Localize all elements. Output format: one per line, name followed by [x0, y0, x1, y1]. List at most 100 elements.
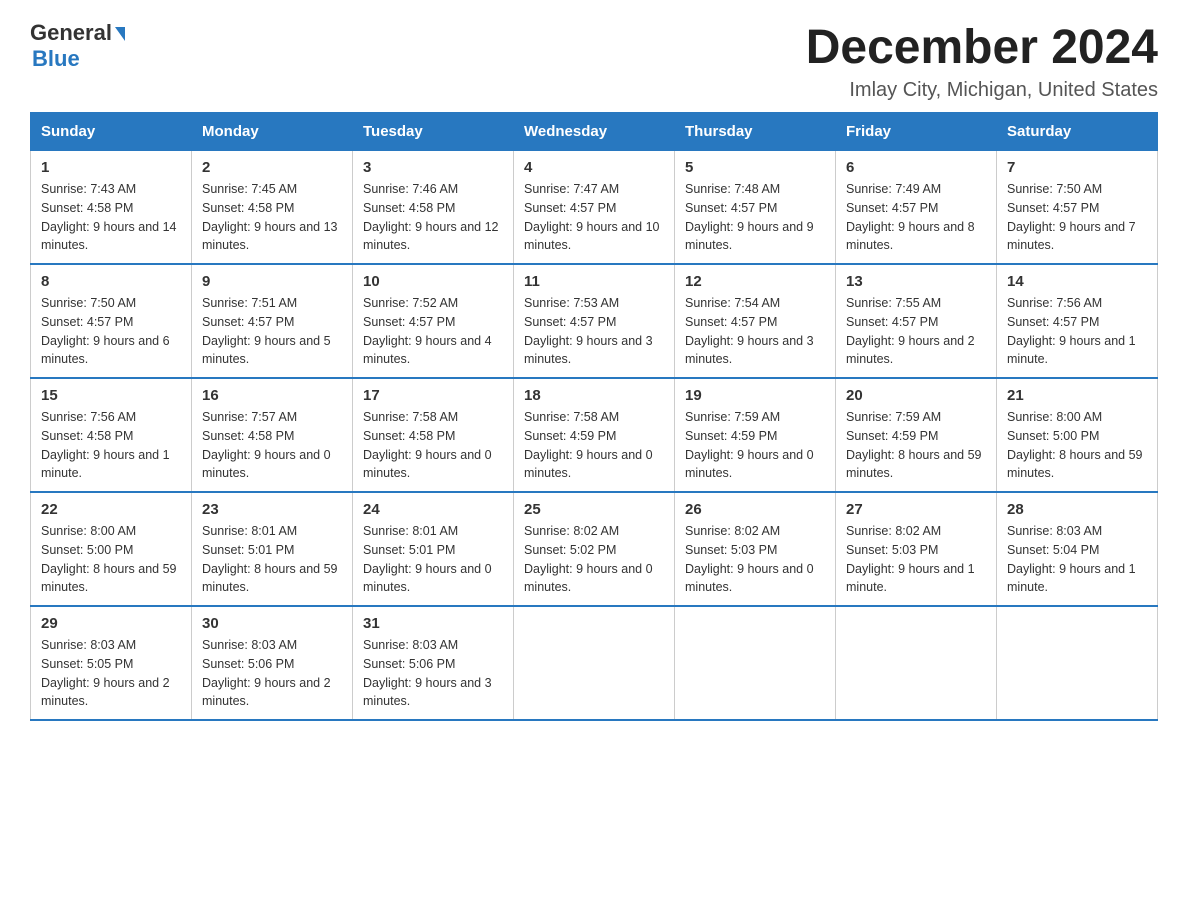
calendar-day-24: 24 Sunrise: 8:01 AMSunset: 5:01 PMDayligh…: [353, 492, 514, 606]
day-number: 9: [202, 273, 342, 290]
calendar-table: SundayMondayTuesdayWednesdayThursdayFrid…: [30, 112, 1158, 721]
empty-cell: [514, 606, 675, 720]
day-info: Sunrise: 7:48 AMSunset: 4:57 PMDaylight:…: [685, 180, 825, 255]
calendar-day-19: 19Sunrise: 7:59 AMSunset: 4:59 PMDayligh…: [675, 378, 836, 492]
empty-cell: [836, 606, 997, 720]
day-info: Sunrise: 7:56 AMSunset: 4:57 PMDaylight:…: [1007, 294, 1147, 369]
calendar-day-29: 29 Sunrise: 8:03 AMSunset: 5:05 PMDayligh…: [31, 606, 192, 720]
day-info: Sunrise: 7:50 AMSunset: 4:57 PMDaylight:…: [1007, 180, 1147, 255]
day-info: Sunrise: 7:58 AMSunset: 4:58 PMDaylight:…: [363, 408, 503, 483]
day-info: Sunrise: 7:47 AMSunset: 4:57 PMDaylight:…: [524, 180, 664, 255]
day-number: 31: [363, 615, 503, 632]
day-number: 18: [524, 387, 664, 404]
day-info: Sunrise: 8:01 AMSunset: 5:01 PMDaylight:…: [202, 522, 342, 597]
calendar-day-2: 2 Sunrise: 7:45 AMSunset: 4:58 PMDaylight…: [192, 151, 353, 265]
calendar-day-15: 15 Sunrise: 7:56 AMSunset: 4:58 PMDayligh…: [31, 378, 192, 492]
day-number: 17: [363, 387, 503, 404]
col-header-monday: Monday: [192, 113, 353, 151]
day-number: 20: [846, 387, 986, 404]
day-info: Sunrise: 7:52 AMSunset: 4:57 PMDaylight:…: [363, 294, 503, 369]
calendar-day-17: 17 Sunrise: 7:58 AMSunset: 4:58 PMDayligh…: [353, 378, 514, 492]
day-info: Sunrise: 7:59 AMSunset: 4:59 PMDaylight:…: [846, 408, 986, 483]
col-header-tuesday: Tuesday: [353, 113, 514, 151]
logo: General Blue: [30, 20, 125, 72]
day-info: Sunrise: 8:03 AMSunset: 5:05 PMDaylight:…: [41, 636, 181, 711]
day-info: Sunrise: 8:03 AMSunset: 5:06 PMDaylight:…: [202, 636, 342, 711]
calendar-day-13: 13 Sunrise: 7:55 AMSunset: 4:57 PMDayligh…: [836, 264, 997, 378]
title-block: December 2024 Imlay City, Michigan, Unit…: [806, 20, 1158, 102]
calendar-day-8: 8 Sunrise: 7:50 AMSunset: 4:57 PMDaylight…: [31, 264, 192, 378]
day-number: 24: [363, 501, 503, 518]
day-number: 6: [846, 159, 986, 176]
calendar-day-20: 20 Sunrise: 7:59 AMSunset: 4:59 PMDayligh…: [836, 378, 997, 492]
day-info: Sunrise: 8:02 AMSunset: 5:02 PMDaylight:…: [524, 522, 664, 597]
day-number: 13: [846, 273, 986, 290]
day-info: Sunrise: 7:57 AMSunset: 4:58 PMDaylight:…: [202, 408, 342, 483]
calendar-day-22: 22 Sunrise: 8:00 AMSunset: 5:00 PMDayligh…: [31, 492, 192, 606]
day-number: 28: [1007, 501, 1147, 518]
day-info: Sunrise: 8:02 AMSunset: 5:03 PMDaylight:…: [846, 522, 986, 597]
day-info: Sunrise: 7:54 AMSunset: 4:57 PMDaylight:…: [685, 294, 825, 369]
day-info: Sunrise: 7:53 AMSunset: 4:57 PMDaylight:…: [524, 294, 664, 369]
calendar-day-5: 5 Sunrise: 7:48 AMSunset: 4:57 PMDaylight…: [675, 151, 836, 265]
calendar-day-30: 30Sunrise: 8:03 AMSunset: 5:06 PMDayligh…: [192, 606, 353, 720]
day-info: Sunrise: 8:00 AMSunset: 5:00 PMDaylight:…: [41, 522, 181, 597]
calendar-subtitle: Imlay City, Michigan, United States: [806, 79, 1158, 102]
calendar-day-9: 9Sunrise: 7:51 AMSunset: 4:57 PMDaylight…: [192, 264, 353, 378]
calendar-day-16: 16 Sunrise: 7:57 AMSunset: 4:58 PMDayligh…: [192, 378, 353, 492]
day-info: Sunrise: 7:45 AMSunset: 4:58 PMDaylight:…: [202, 180, 342, 255]
day-info: Sunrise: 8:02 AMSunset: 5:03 PMDaylight:…: [685, 522, 825, 597]
day-number: 21: [1007, 387, 1147, 404]
calendar-week-4: 22 Sunrise: 8:00 AMSunset: 5:00 PMDayligh…: [31, 492, 1158, 606]
col-header-friday: Friday: [836, 113, 997, 151]
day-number: 15: [41, 387, 181, 404]
empty-cell: [675, 606, 836, 720]
col-header-wednesday: Wednesday: [514, 113, 675, 151]
day-info: Sunrise: 8:03 AMSunset: 5:06 PMDaylight:…: [363, 636, 503, 711]
calendar-week-2: 8 Sunrise: 7:50 AMSunset: 4:57 PMDaylight…: [31, 264, 1158, 378]
day-info: Sunrise: 7:56 AMSunset: 4:58 PMDaylight:…: [41, 408, 181, 483]
day-number: 4: [524, 159, 664, 176]
calendar-day-26: 26 Sunrise: 8:02 AMSunset: 5:03 PMDayligh…: [675, 492, 836, 606]
calendar-day-31: 31 Sunrise: 8:03 AMSunset: 5:06 PMDayligh…: [353, 606, 514, 720]
calendar-week-3: 15 Sunrise: 7:56 AMSunset: 4:58 PMDayligh…: [31, 378, 1158, 492]
day-number: 14: [1007, 273, 1147, 290]
logo-blue-text: Blue: [32, 46, 80, 71]
day-number: 10: [363, 273, 503, 290]
calendar-day-3: 3Sunrise: 7:46 AMSunset: 4:58 PMDaylight…: [353, 151, 514, 265]
calendar-day-23: 23 Sunrise: 8:01 AMSunset: 5:01 PMDayligh…: [192, 492, 353, 606]
day-number: 1: [41, 159, 181, 176]
day-number: 2: [202, 159, 342, 176]
calendar-day-10: 10 Sunrise: 7:52 AMSunset: 4:57 PMDayligh…: [353, 264, 514, 378]
day-number: 23: [202, 501, 342, 518]
day-info: Sunrise: 8:00 AMSunset: 5:00 PMDaylight:…: [1007, 408, 1147, 483]
calendar-week-5: 29 Sunrise: 8:03 AMSunset: 5:05 PMDayligh…: [31, 606, 1158, 720]
day-number: 7: [1007, 159, 1147, 176]
day-info: Sunrise: 7:50 AMSunset: 4:57 PMDaylight:…: [41, 294, 181, 369]
logo-triangle-icon: [115, 27, 125, 41]
day-number: 3: [363, 159, 503, 176]
day-info: Sunrise: 8:03 AMSunset: 5:04 PMDaylight:…: [1007, 522, 1147, 597]
day-number: 11: [524, 273, 664, 290]
day-info: Sunrise: 7:58 AMSunset: 4:59 PMDaylight:…: [524, 408, 664, 483]
calendar-day-4: 4 Sunrise: 7:47 AMSunset: 4:57 PMDaylight…: [514, 151, 675, 265]
day-number: 5: [685, 159, 825, 176]
day-number: 19: [685, 387, 825, 404]
day-number: 26: [685, 501, 825, 518]
day-info: Sunrise: 8:01 AMSunset: 5:01 PMDaylight:…: [363, 522, 503, 597]
day-number: 8: [41, 273, 181, 290]
day-number: 16: [202, 387, 342, 404]
day-number: 29: [41, 615, 181, 632]
day-number: 22: [41, 501, 181, 518]
calendar-day-14: 14 Sunrise: 7:56 AMSunset: 4:57 PMDayligh…: [997, 264, 1158, 378]
calendar-day-1: 1 Sunrise: 7:43 AMSunset: 4:58 PMDaylight…: [31, 151, 192, 265]
logo-general-text: General: [30, 20, 112, 46]
day-number: 25: [524, 501, 664, 518]
calendar-day-7: 7 Sunrise: 7:50 AMSunset: 4:57 PMDaylight…: [997, 151, 1158, 265]
day-info: Sunrise: 7:55 AMSunset: 4:57 PMDaylight:…: [846, 294, 986, 369]
day-number: 27: [846, 501, 986, 518]
calendar-day-21: 21 Sunrise: 8:00 AMSunset: 5:00 PMDayligh…: [997, 378, 1158, 492]
day-info: Sunrise: 7:43 AMSunset: 4:58 PMDaylight:…: [41, 180, 181, 255]
empty-cell: [997, 606, 1158, 720]
calendar-day-25: 25 Sunrise: 8:02 AMSunset: 5:02 PMDayligh…: [514, 492, 675, 606]
